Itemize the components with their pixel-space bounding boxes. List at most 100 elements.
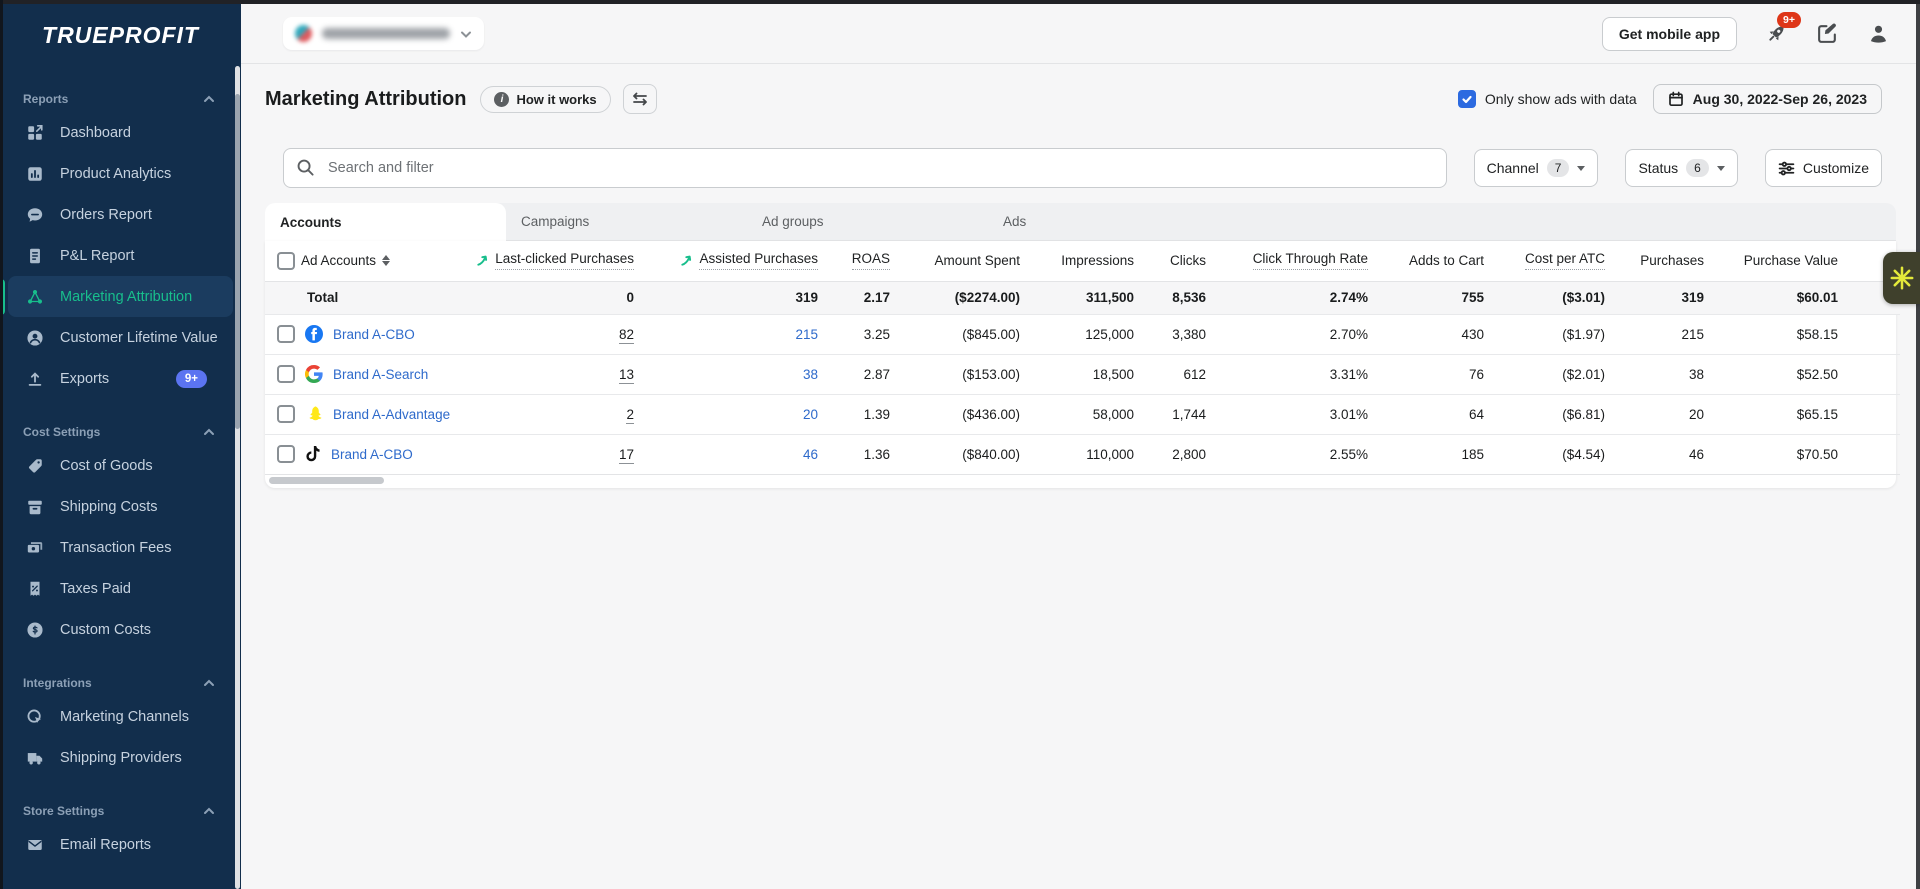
table-scrollbar-thumb[interactable] (269, 476, 384, 484)
sidebar-item-shipping-costs[interactable]: Shipping Costs (8, 486, 233, 527)
sidebar-item-cost-of-goods[interactable]: Cost of Goods (8, 445, 233, 486)
row-checkbox[interactable] (277, 365, 295, 383)
ad-account-link[interactable]: Brand A-CBO (331, 447, 413, 462)
row-checkbox[interactable] (277, 325, 295, 343)
facebook-icon (305, 325, 323, 343)
sidebar-item-marketing-channels[interactable]: Marketing Channels (8, 696, 233, 737)
starburst-icon (1890, 266, 1913, 290)
column-header-click-through-rate[interactable]: Click Through Rate (1206, 241, 1368, 281)
sidebar-item-label: Orders Report (60, 206, 152, 223)
sidebar-section-header-store-settings[interactable]: Store Settings (0, 798, 241, 824)
chevron-up-icon (204, 807, 214, 814)
whats-new-button[interactable]: 9+ (1764, 11, 1801, 46)
trueprofit-logo[interactable]: TRUEPROFIT (0, 4, 241, 66)
sidebar-item-label: Email Reports (60, 836, 152, 853)
google-icon (305, 365, 323, 383)
sidebar-section-header-reports[interactable]: Reports (0, 86, 241, 112)
cell-roas: 3.25 (863, 326, 890, 342)
column-header-amount-spent: Amount Spent (890, 241, 1020, 281)
sidebar-scrollbar-thumb[interactable] (235, 94, 240, 429)
tab-accounts[interactable]: Accounts (265, 203, 506, 241)
select-all-checkbox[interactable] (277, 251, 295, 270)
account-button[interactable] (1866, 22, 1890, 46)
sidebar-item-email-reports[interactable]: Email Reports (8, 824, 233, 865)
column-header-ad-accounts[interactable]: Ad Accounts (265, 241, 460, 281)
customize-label: Customize (1802, 160, 1869, 176)
table-row: Brand A-CBO 17 46 1.36 ($840.00) 110,000… (265, 434, 1900, 474)
tab-ads[interactable]: Ads (988, 203, 1229, 240)
cell-last-clicked[interactable]: 17 (460, 434, 634, 474)
cell-ad-account: Brand A-CBO (265, 434, 460, 474)
row-checkbox[interactable] (277, 405, 295, 423)
channel-filter-dropdown[interactable]: Channel 7 (1473, 149, 1599, 187)
sidebar-section-integrations: Integrations Marketing Channels Shipping… (0, 670, 241, 778)
column-header-assisted-purchases[interactable]: Assisted Purchases (634, 241, 818, 281)
sidebar-item-exports[interactable]: Exports 9+ (8, 358, 233, 399)
feedback-widget-button[interactable] (1883, 252, 1920, 304)
sidebar-item-customer-lifetime-value[interactable]: Customer Lifetime Value (8, 317, 233, 358)
tab-ad-groups[interactable]: Ad groups (747, 203, 988, 240)
only-show-ads-checkbox[interactable] (1457, 90, 1476, 108)
search-input[interactable] (283, 148, 1447, 188)
cell-amount-spent: ($153.00) (962, 366, 1020, 382)
sidebar-item-dashboard[interactable]: Dashboard (8, 112, 233, 153)
sidebar-section-header-cost-settings[interactable]: Cost Settings (0, 419, 241, 445)
status-filter-dropdown[interactable]: Status 6 (1625, 149, 1738, 187)
sidebar-item-transaction-fees[interactable]: Transaction Fees (8, 527, 233, 568)
cell-ctr: 2.70% (1329, 326, 1368, 342)
swap-arrows-icon (632, 92, 647, 106)
store-selector[interactable] (283, 17, 484, 50)
tab-campaigns[interactable]: Campaigns (506, 203, 747, 240)
sidebar-item-product-analytics[interactable]: Product Analytics (8, 153, 233, 194)
sidebar-item-label: Shipping Providers (60, 749, 182, 766)
ad-account-link[interactable]: Brand A-Search (333, 367, 428, 382)
cell-purchases: 319 (1681, 290, 1704, 305)
chevron-up-icon (204, 95, 214, 102)
section-label: Store Settings (23, 804, 105, 818)
column-label: Cost per ATC (1524, 251, 1605, 271)
cell-assisted[interactable]: 46 (634, 434, 818, 474)
chevron-down-icon (461, 31, 471, 38)
column-header-cost-per-atc[interactable]: Cost per ATC (1484, 241, 1605, 281)
sidebar-section-header-integrations[interactable]: Integrations (0, 670, 241, 696)
row-checkbox[interactable] (277, 445, 295, 463)
sidebar-item-label: P&L Report (60, 247, 135, 264)
sidebar-section-reports: Reports Dashboard Product Analytics Orde… (0, 86, 241, 399)
cell-last-clicked[interactable]: 13 (460, 354, 634, 394)
sidebar-item-marketing-attribution[interactable]: Marketing Attribution (0, 276, 233, 317)
cell-assisted[interactable]: 38 (634, 354, 818, 394)
sidebar-item-taxes-paid[interactable]: Taxes Paid (8, 568, 233, 609)
cell-clicks: 612 (1183, 366, 1206, 382)
column-header-last-clicked-purchases[interactable]: Last-clicked Purchases (460, 241, 634, 281)
sidebar-item-shipping-providers[interactable]: Shipping Providers (8, 737, 233, 778)
column-header-roas[interactable]: ROAS (818, 241, 890, 281)
cell-last-clicked[interactable]: 2 (460, 394, 634, 434)
date-range-label: Aug 30, 2022-Sep 26, 2023 (1692, 91, 1867, 107)
ad-account-link[interactable]: Brand A-CBO (333, 327, 415, 342)
customize-button[interactable]: Customize (1764, 149, 1882, 187)
table-row: Brand A-CBO 82 215 3.25 ($845.00) 125,00… (265, 314, 1900, 354)
attribution-table-card: Ad Accounts Last-clicked Purchases Assis… (265, 241, 1900, 488)
column-label: Amount Spent (934, 253, 1020, 269)
changelog-button[interactable] (1815, 22, 1839, 46)
search-wrap (283, 148, 1447, 188)
section-label: Integrations (23, 676, 92, 690)
ad-account-link[interactable]: Brand A-Advantage (333, 407, 450, 422)
bar-chart-icon (25, 164, 45, 184)
compare-toggle-button[interactable] (622, 84, 657, 114)
cell-amount-spent: ($436.00) (962, 406, 1020, 422)
cell-assisted[interactable]: 20 (634, 394, 818, 434)
cell-assisted[interactable]: 215 (634, 314, 818, 354)
only-show-ads-checkbox-row[interactable]: Only show ads with data (1457, 90, 1637, 108)
cell-clicks: 2,800 (1172, 446, 1206, 462)
sidebar-item-pnl-report[interactable]: P&L Report (8, 235, 233, 276)
sidebar-item-custom-costs[interactable]: Custom Costs (8, 609, 233, 650)
cell-last-clicked[interactable]: 82 (460, 314, 634, 354)
get-mobile-app-button[interactable]: Get mobile app (1601, 16, 1737, 51)
sidebar-item-orders-report[interactable]: Orders Report (8, 194, 233, 235)
how-it-works-button[interactable]: i How it works (480, 85, 611, 113)
tiktok-icon (306, 446, 320, 462)
info-icon: i (494, 91, 510, 107)
cell-purchase-value: $58.15 (1796, 326, 1838, 342)
date-range-button[interactable]: Aug 30, 2022-Sep 26, 2023 (1652, 84, 1882, 114)
